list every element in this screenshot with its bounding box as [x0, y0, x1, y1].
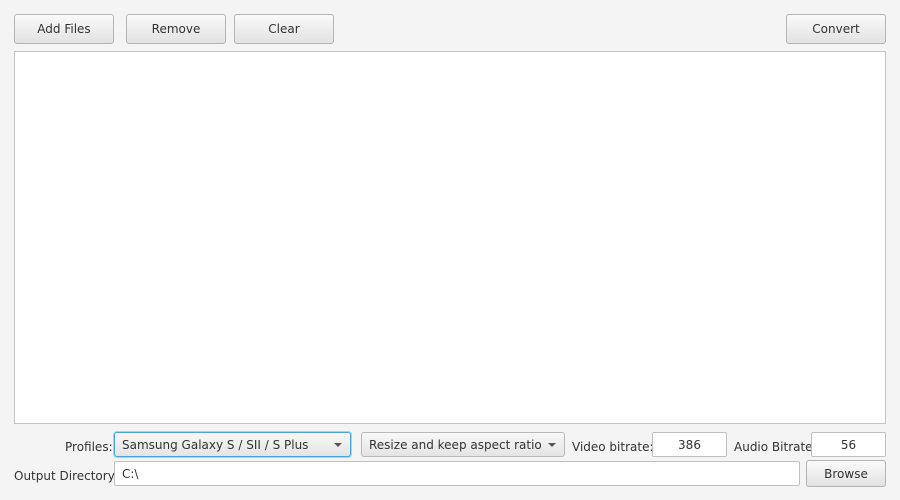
video-bitrate-input[interactable]: 386 — [652, 432, 727, 457]
video-bitrate-label: Video bitrate: — [572, 440, 654, 454]
remove-button[interactable]: Remove — [126, 14, 226, 44]
add-files-button[interactable]: Add Files — [14, 14, 114, 44]
output-directory-input[interactable]: C:\ — [114, 461, 800, 486]
audio-bitrate-label: Audio Bitrate: — [734, 440, 817, 454]
clear-button[interactable]: Clear — [234, 14, 334, 44]
resize-mode-value: Resize and keep aspect ratio — [369, 437, 542, 452]
convert-button[interactable]: Convert — [786, 14, 886, 44]
chevron-down-icon — [548, 443, 556, 447]
file-list[interactable] — [14, 51, 886, 424]
resize-mode-select[interactable]: Resize and keep aspect ratio — [361, 432, 565, 457]
profiles-label: Profiles: — [65, 440, 113, 454]
audio-bitrate-input[interactable]: 56 — [811, 432, 886, 457]
profile-select-value: Samsung Galaxy S / SII / S Plus — [122, 437, 309, 452]
output-directory-label: Output Directory: — [14, 469, 118, 483]
profile-select[interactable]: Samsung Galaxy S / SII / S Plus — [114, 432, 351, 457]
browse-button[interactable]: Browse — [806, 460, 886, 487]
chevron-down-icon — [334, 443, 342, 447]
